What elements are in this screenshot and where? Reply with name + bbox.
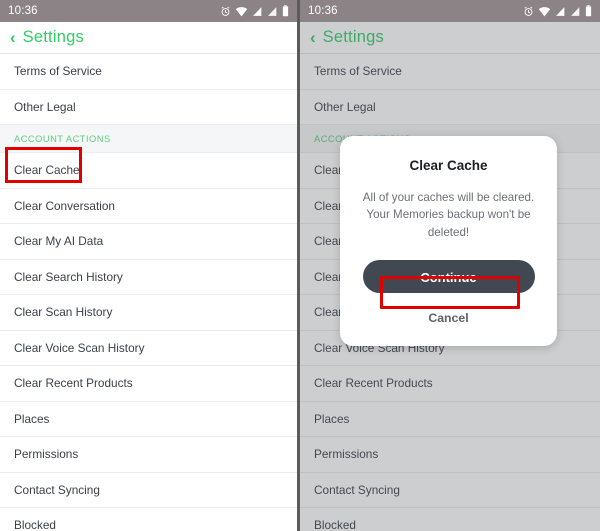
status-bar: 10:36 <box>0 0 297 22</box>
signal-icon <box>268 6 277 16</box>
status-bar-time: 10:36 <box>308 5 338 17</box>
signal-icon <box>253 6 262 16</box>
phone-screen-before: 10:36 ‹ Settings Terms of Service Other … <box>0 0 300 531</box>
section-header-account-actions: ACCOUNT ACTIONS <box>0 125 297 153</box>
dialog-title: Clear Cache <box>409 158 488 173</box>
list-item-clear-search-history[interactable]: Clear Search History <box>0 259 297 295</box>
list-item-other-legal[interactable]: Other Legal <box>0 89 297 125</box>
list-item-places[interactable]: Places <box>0 401 297 437</box>
list-item-clear-cache[interactable]: Clear Cache <box>0 153 297 189</box>
status-bar-icons <box>220 5 289 17</box>
list-item-terms-of-service[interactable]: Terms of Service <box>0 54 297 90</box>
alarm-icon <box>221 6 230 16</box>
alarm-icon <box>524 6 533 16</box>
list-item-clear-scan-history[interactable]: Clear Scan History <box>0 295 297 331</box>
list-item-contact-syncing[interactable]: Contact Syncing <box>0 472 297 508</box>
clear-cache-dialog: Clear Cache All of your caches will be c… <box>340 136 557 347</box>
phone-screen-after: 10:36 ‹ Settings Terms of Service Other … <box>300 0 600 531</box>
battery-icon <box>585 5 592 17</box>
list-item-clear-voice-scan-history[interactable]: Clear Voice Scan History <box>0 330 297 366</box>
status-bar: 10:36 <box>300 0 600 22</box>
signal-icon <box>571 6 580 16</box>
battery-icon <box>282 5 289 17</box>
cancel-button[interactable]: Cancel <box>356 310 541 326</box>
list-item-permissions[interactable]: Permissions <box>0 437 297 473</box>
list-item-blocked[interactable]: Blocked <box>0 508 297 531</box>
wifi-icon <box>235 6 248 16</box>
signal-icon <box>556 6 565 16</box>
nav-header: ‹ Settings <box>0 22 297 54</box>
settings-list-left: Terms of Service Other Legal ACCOUNT ACT… <box>0 54 297 531</box>
continue-button[interactable]: Continue <box>362 260 535 294</box>
dialog-message: All of your caches will be cleared. Your… <box>362 191 535 239</box>
list-item-clear-recent-products[interactable]: Clear Recent Products <box>0 366 297 402</box>
two-panel-screenshot: 10:36 ‹ Settings Terms of Service Other … <box>0 0 600 531</box>
page-title: Settings <box>22 28 84 46</box>
list-item-clear-conversation[interactable]: Clear Conversation <box>0 188 297 224</box>
wifi-icon <box>538 6 551 16</box>
status-bar-icons <box>523 5 592 17</box>
back-chevron-icon[interactable]: ‹ <box>10 29 16 46</box>
status-bar-time: 10:36 <box>8 5 38 17</box>
list-item-clear-my-ai-data[interactable]: Clear My AI Data <box>0 224 297 260</box>
